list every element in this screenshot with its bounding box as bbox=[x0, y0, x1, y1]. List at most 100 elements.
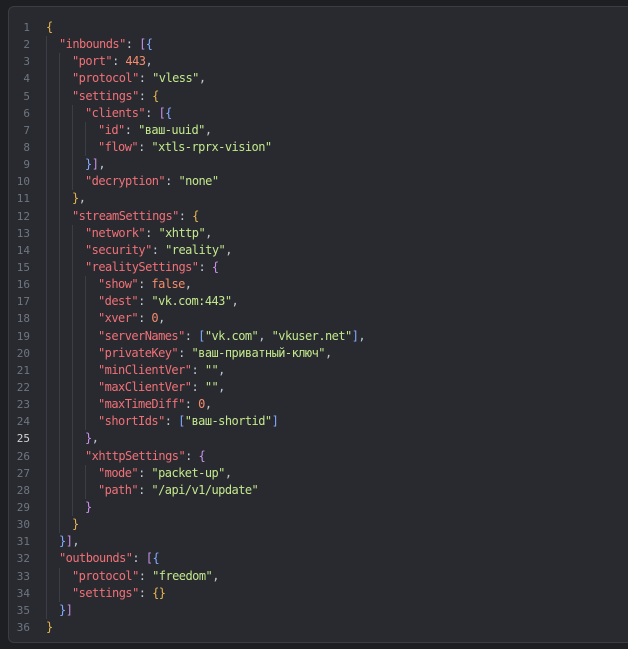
code-line[interactable]: 20 "privateKey": "ваш-приватный-ключ", bbox=[9, 344, 628, 362]
code-line[interactable]: 27 "mode": "packet-up", bbox=[9, 464, 628, 482]
indent-guide bbox=[72, 173, 85, 191]
indent-guide bbox=[72, 310, 85, 328]
code-line[interactable]: 35}] bbox=[9, 601, 628, 619]
code-token: : bbox=[198, 259, 212, 274]
indent-guide bbox=[46, 481, 59, 499]
code-line[interactable]: 23 "maxTimeDiff": 0, bbox=[9, 396, 628, 414]
indent-guide bbox=[72, 378, 85, 397]
code-token: , bbox=[145, 54, 153, 69]
line-number: 11 bbox=[16, 192, 30, 206]
code-line[interactable]: 29} bbox=[9, 498, 628, 517]
indent-guide bbox=[46, 70, 59, 88]
indent-guide bbox=[59, 481, 72, 499]
code-text: "path": "/api/v1/update" bbox=[46, 481, 259, 499]
code-token: } bbox=[46, 619, 53, 634]
code-token: } bbox=[59, 602, 66, 617]
code-text: "streamSettings": { bbox=[46, 207, 199, 225]
line-number: 7 bbox=[23, 123, 30, 137]
code-line[interactable]: 11}, bbox=[9, 190, 628, 208]
code-token: false bbox=[151, 277, 185, 292]
code-line[interactable]: 1{ bbox=[9, 19, 628, 36]
indent-guide bbox=[46, 87, 59, 105]
code-token: "none" bbox=[178, 174, 219, 189]
code-lines: 1{2 "inbounds": [{3 "port": 443, 4 "protocol… bbox=[9, 19, 628, 636]
code-line[interactable]: 18 "xver": 0, bbox=[9, 310, 628, 328]
code-line[interactable]: 31}], bbox=[9, 533, 628, 551]
indent-guide bbox=[72, 156, 85, 174]
code-line[interactable]: 33 "protocol": "freedom", bbox=[9, 567, 628, 585]
code-line[interactable]: 36} bbox=[9, 619, 628, 636]
code-editor[interactable]: 1{2 "inbounds": [{3 "port": 443, 4 "protocol… bbox=[8, 6, 628, 643]
line-number: 3 bbox=[23, 55, 30, 69]
code-text: "clients": [{ bbox=[46, 104, 172, 122]
code-line[interactable]: 19 "serverNames": ["vk.com", "vkuser.net"… bbox=[9, 327, 628, 345]
indent-guide bbox=[59, 327, 72, 345]
indent-guide bbox=[85, 121, 98, 139]
indent-guide bbox=[59, 121, 72, 139]
indent-guide bbox=[59, 361, 72, 379]
code-line[interactable]: 3 "port": 443, bbox=[9, 53, 628, 71]
code-token: : bbox=[178, 345, 192, 360]
indent-guide bbox=[59, 498, 72, 517]
code-line[interactable]: 21 "minClientVer": "", bbox=[9, 361, 628, 379]
indent-guide bbox=[59, 173, 72, 191]
code-line[interactable]: 8 "flow": "xtls-rprx-vision" bbox=[9, 138, 628, 157]
indent-guide bbox=[59, 87, 72, 105]
code-text: "protocol": "vless", bbox=[46, 70, 206, 88]
code-line[interactable]: 13 "network": "xhttp", bbox=[9, 224, 628, 242]
code-token: , bbox=[72, 534, 80, 549]
code-line[interactable]: 34 "settings": {} bbox=[9, 584, 628, 602]
indent-guide bbox=[59, 310, 72, 328]
code-token: : bbox=[138, 294, 152, 309]
code-token: : bbox=[145, 225, 159, 240]
code-token: "reality" bbox=[165, 242, 226, 257]
code-token: { bbox=[198, 448, 206, 463]
code-line[interactable]: 28 "path": "/api/v1/update" bbox=[9, 481, 628, 499]
code-line[interactable]: 12 "streamSettings": { bbox=[9, 207, 628, 225]
code-token: { bbox=[192, 208, 199, 223]
code-line[interactable]: 14 "security": "reality", bbox=[9, 241, 628, 259]
code-token: "settings" bbox=[72, 585, 139, 600]
code-token: 0 bbox=[198, 397, 205, 412]
indent-guide bbox=[46, 464, 59, 482]
indent-guide bbox=[46, 104, 59, 122]
code-line[interactable]: 30} bbox=[9, 516, 628, 534]
indent-guide bbox=[59, 190, 72, 208]
code-line[interactable]: 17 "dest": "vk.com:443", bbox=[9, 293, 628, 311]
code-line[interactable]: 24 "shortIds": ["ваш-shortid"] bbox=[9, 413, 628, 431]
code-line[interactable]: 16 "show": false, bbox=[9, 276, 628, 294]
indent-guide bbox=[59, 396, 72, 414]
code-text: "dest": "vk.com:443", bbox=[46, 293, 239, 311]
line-number: 36 bbox=[16, 620, 30, 634]
code-line[interactable]: 26 "xhttpSettings": { bbox=[9, 447, 628, 465]
indent-guide bbox=[46, 601, 59, 619]
code-token: "streamSettings" bbox=[72, 208, 179, 223]
indent-guide bbox=[46, 241, 59, 259]
code-line[interactable]: 25}, bbox=[9, 430, 628, 448]
code-line[interactable]: 2 "inbounds": [{ bbox=[9, 36, 628, 54]
code-token: "ваш-shortid" bbox=[184, 414, 272, 429]
indent-guide bbox=[85, 310, 98, 328]
code-line[interactable]: 5 "settings": { bbox=[9, 87, 628, 105]
code-token: "maxTimeDiff" bbox=[98, 397, 185, 412]
indent-guide bbox=[59, 344, 72, 362]
code-line[interactable]: 4 "protocol": "vless", bbox=[9, 70, 628, 88]
code-token: "show" bbox=[98, 277, 139, 292]
code-text: "protocol": "freedom", bbox=[46, 567, 219, 585]
code-token: "ваш-uuid" bbox=[138, 122, 205, 137]
code-line[interactable]: 15 "realitySettings": { bbox=[9, 258, 628, 277]
code-line[interactable]: 7 "id": "ваш-uuid", bbox=[9, 121, 628, 139]
code-token: "minClientVer" bbox=[98, 362, 192, 377]
code-line[interactable]: 9}], bbox=[9, 156, 628, 174]
code-line[interactable]: 10 "decryption": "none" bbox=[9, 173, 628, 191]
code-line[interactable]: 6 "clients": [{ bbox=[9, 104, 628, 122]
code-token: , bbox=[204, 397, 212, 412]
code-token: : bbox=[191, 379, 205, 394]
code-token: { bbox=[152, 551, 160, 566]
code-line[interactable]: 32 "outbounds": [{ bbox=[9, 550, 628, 568]
code-token: : bbox=[185, 448, 199, 463]
code-line[interactable]: 22 "maxClientVer": "", bbox=[9, 378, 628, 397]
indent-guide bbox=[46, 36, 59, 54]
code-token: { bbox=[145, 37, 153, 52]
code-token: } bbox=[85, 499, 92, 514]
